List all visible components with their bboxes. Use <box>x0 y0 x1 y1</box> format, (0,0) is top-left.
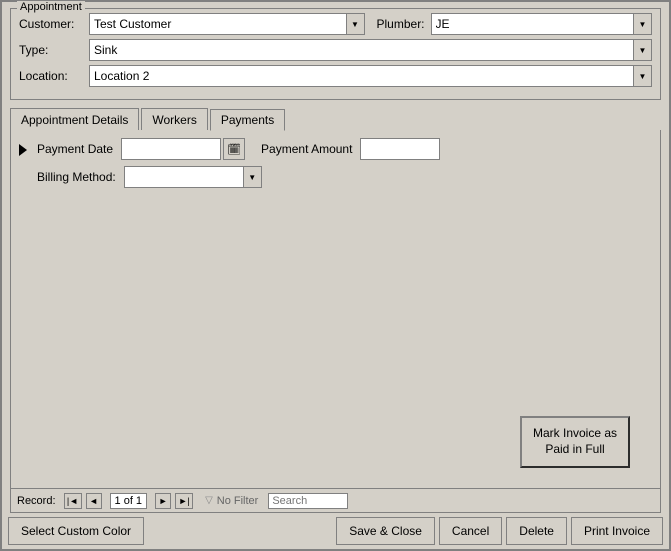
plumber-input[interactable] <box>431 13 634 35</box>
customer-dropdown-btn[interactable]: ▼ <box>347 13 365 35</box>
type-row: Type: ▼ <box>19 39 652 61</box>
filter-icon: ▽ <box>205 495 213 506</box>
payment-date-label: Payment Date <box>37 142 113 156</box>
plumber-field-wrap: ▼ <box>431 13 652 35</box>
print-invoice-button[interactable]: Print Invoice <box>571 517 663 545</box>
payment-amount-input[interactable] <box>360 138 440 160</box>
nav-last-button[interactable]: ►| <box>175 493 193 509</box>
delete-button[interactable]: Delete <box>506 517 567 545</box>
calendar-icon: 🗓 <box>227 143 241 156</box>
record-count: 1 of 1 <box>110 493 148 509</box>
chevron-down-icon: ▼ <box>639 72 647 81</box>
record-label: Record: <box>17 495 56 507</box>
type-input[interactable] <box>89 39 634 61</box>
chevron-down-icon: ▼ <box>639 20 647 29</box>
search-input[interactable] <box>268 493 348 509</box>
filter-section: ▽ No Filter <box>205 495 258 507</box>
plumber-dropdown-btn[interactable]: ▼ <box>634 13 652 35</box>
billing-method-wrap: ▼ <box>124 166 262 188</box>
payment-amount-label: Payment Amount <box>261 142 352 156</box>
billing-method-row: Billing Method: ▼ <box>37 166 652 188</box>
chevron-down-icon: ▼ <box>639 46 647 55</box>
type-field-wrap: ▼ <box>89 39 652 61</box>
billing-method-label: Billing Method: <box>37 170 116 184</box>
plumber-label: Plumber: <box>377 17 425 31</box>
customer-row: Customer: ▼ Plumber: ▼ <box>19 13 652 35</box>
nav-first-button[interactable]: |◄ <box>64 493 82 509</box>
chevron-down-icon: ▼ <box>248 173 256 182</box>
location-input[interactable] <box>89 65 634 87</box>
nav-next-button[interactable]: ► <box>155 493 171 509</box>
tab-content: Payment Date 🗓 Payment Amount Billing Me… <box>10 130 661 489</box>
payment-date-row: Payment Date 🗓 Payment Amount <box>37 138 652 160</box>
plumber-section: Plumber: ▼ <box>377 13 653 35</box>
payment-date-input[interactable] <box>121 138 221 160</box>
location-label: Location: <box>19 69 89 83</box>
customer-input[interactable] <box>89 13 347 35</box>
main-window: Appointment Customer: ▼ Plumber: ▼ <box>0 0 671 551</box>
tab-payments[interactable]: Payments <box>210 109 285 131</box>
tabs-header: Appointment Details Workers Payments <box>10 108 661 130</box>
tab-workers[interactable]: Workers <box>141 108 207 130</box>
customer-label: Customer: <box>19 17 89 31</box>
nav-prev-button[interactable]: ◄ <box>86 493 102 509</box>
record-arrow-indicator <box>19 144 27 156</box>
type-label: Type: <box>19 43 89 57</box>
bottom-toolbar: Select Custom Color Save & Close Cancel … <box>2 513 669 549</box>
location-row: Location: ▼ <box>19 65 652 87</box>
customer-field-wrap: ▼ <box>89 13 365 35</box>
cancel-button[interactable]: Cancel <box>439 517 502 545</box>
appointment-group: Appointment Customer: ▼ Plumber: ▼ <box>10 8 661 100</box>
no-filter-label: No Filter <box>217 495 259 507</box>
tabs-container: Appointment Details Workers Payments <box>10 108 661 130</box>
chevron-down-icon: ▼ <box>351 20 359 29</box>
group-label: Appointment <box>17 1 85 13</box>
billing-method-dropdown-btn[interactable]: ▼ <box>244 166 262 188</box>
save-close-button[interactable]: Save & Close <box>336 517 435 545</box>
billing-method-input[interactable] <box>124 166 244 188</box>
location-dropdown-btn[interactable]: ▼ <box>634 65 652 87</box>
select-custom-color-button[interactable]: Select Custom Color <box>8 517 144 545</box>
calendar-button[interactable]: 🗓 <box>223 138 245 160</box>
arrow-icon <box>19 144 27 156</box>
record-nav-bar: Record: |◄ ◄ 1 of 1 ► ►| ▽ No Filter <box>10 489 661 513</box>
location-field-wrap: ▼ <box>89 65 652 87</box>
tab-appointment-details[interactable]: Appointment Details <box>10 108 139 130</box>
type-dropdown-btn[interactable]: ▼ <box>634 39 652 61</box>
mark-invoice-paid-button[interactable]: Mark Invoice as Paid in Full <box>520 416 630 468</box>
